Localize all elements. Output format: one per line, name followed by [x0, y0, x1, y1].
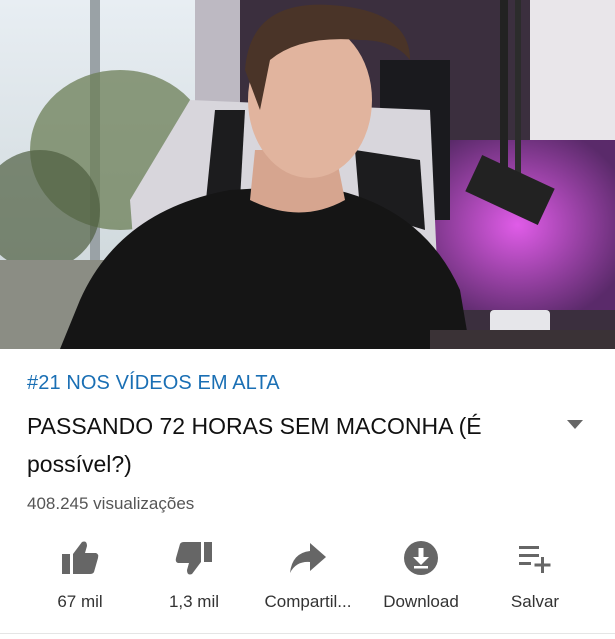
divider — [0, 633, 615, 634]
video-frame — [0, 0, 615, 349]
download-button[interactable]: Download — [366, 536, 476, 616]
video-player[interactable] — [0, 0, 615, 349]
download-icon — [401, 538, 441, 578]
trending-badge[interactable]: #21 NOS VÍDEOS EM ALTA — [27, 372, 280, 395]
share-button[interactable]: Compartil... — [253, 536, 363, 616]
share-icon — [288, 538, 328, 578]
video-title: PASSANDO 72 HORAS SEM MACONHA (É possíve… — [27, 413, 482, 477]
action-bar: 67 mil 1,3 mil Compartil... Download Sal… — [0, 536, 615, 616]
thumbs-up-icon — [60, 538, 100, 578]
like-button[interactable]: 67 mil — [25, 536, 135, 616]
view-count: 408.245 visualizações — [27, 494, 195, 513]
chevron-down-icon — [567, 420, 583, 429]
share-label: Compartil... — [264, 592, 352, 611]
playlist-add-icon — [515, 538, 555, 578]
like-count: 67 mil — [57, 592, 103, 611]
thumbs-down-icon — [174, 538, 214, 578]
download-label: Download — [383, 592, 459, 611]
dislike-count: 1,3 mil — [168, 592, 220, 611]
dislike-button[interactable]: 1,3 mil — [139, 536, 249, 616]
save-button[interactable]: Salvar — [480, 536, 590, 616]
save-label: Salvar — [510, 592, 560, 611]
video-info: #21 NOS VÍDEOS EM ALTA PASSANDO 72 HORAS… — [0, 349, 615, 639]
expand-description-button[interactable] — [562, 415, 588, 435]
